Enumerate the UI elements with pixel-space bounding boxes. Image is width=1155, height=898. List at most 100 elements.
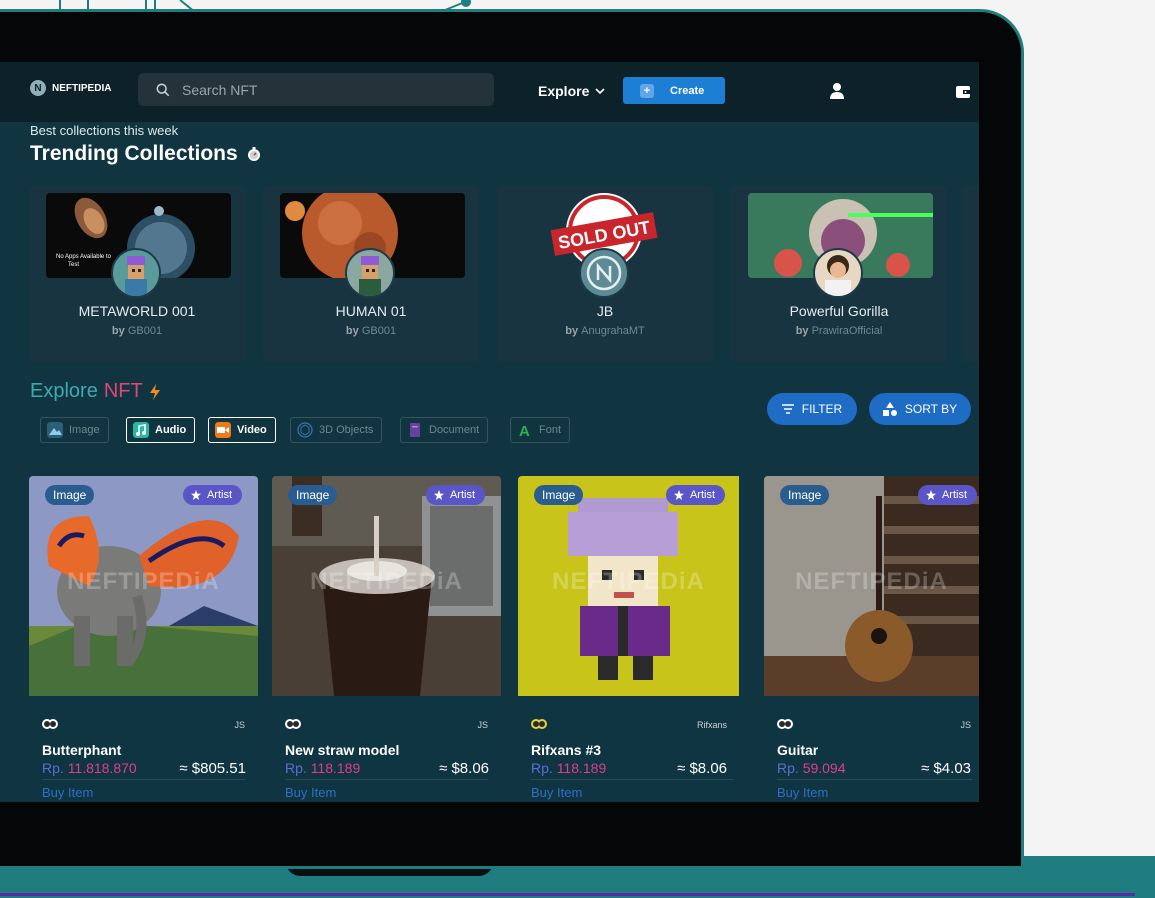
- sort-label: SORT BY: [904, 402, 958, 416]
- video-camera-icon: [215, 422, 231, 438]
- owner-name[interactable]: JS: [960, 720, 971, 730]
- stopwatch-icon: [247, 147, 260, 161]
- collection-by: by GB001: [29, 325, 245, 337]
- collection-creator[interactable]: GB001: [128, 325, 162, 337]
- owner-name[interactable]: Rifxans: [697, 720, 727, 730]
- collection-avatar: [813, 248, 863, 298]
- nft-price-usd: ≈ $8.06: [677, 760, 727, 777]
- explore-dropdown[interactable]: Explore: [538, 83, 605, 99]
- collection-creator[interactable]: AnugrahaMT: [581, 325, 645, 337]
- nft-image[interactable]: NEFTIPEDiA Image Artist: [29, 476, 258, 696]
- collection-avatar: [345, 248, 395, 298]
- owner-avatar[interactable]: [285, 717, 301, 731]
- collection-creator[interactable]: PrawiraOfficial: [812, 325, 883, 337]
- star-icon: [433, 490, 444, 500]
- trending-title: Trending Collections: [30, 142, 262, 166]
- divider: [42, 779, 245, 780]
- create-label: Create: [670, 84, 705, 97]
- buy-item-link[interactable]: Buy Item: [531, 785, 582, 800]
- collection-card-partial[interactable]: [964, 186, 979, 362]
- price-prefix: Rp.: [531, 760, 553, 776]
- nft-title: Rifxans #3: [531, 742, 602, 758]
- search-input[interactable]: Search NFT: [182, 82, 257, 98]
- nft-price: Rp. 11.818.870: [42, 760, 137, 776]
- owner-avatar[interactable]: [777, 717, 793, 731]
- filter-icon: [781, 404, 794, 414]
- price-prefix: Rp.: [42, 760, 64, 776]
- star-icon: [925, 490, 936, 500]
- nft-image[interactable]: NEFTIPEDiA Image Artist: [272, 476, 501, 696]
- category-label: Document: [429, 424, 480, 436]
- nft-card[interactable]: NEFTIPEDiA Image Artist JS Guitar Rp. 59…: [764, 476, 979, 802]
- explore-title: Explore NFT: [30, 380, 161, 403]
- role-label: Artist: [941, 489, 967, 501]
- sort-by-button[interactable]: SORT BY: [869, 393, 971, 425]
- category-label: Font: [539, 424, 562, 436]
- create-button[interactable]: + Create: [623, 77, 725, 104]
- divider: [531, 779, 734, 780]
- category-label: 3D Objects: [319, 424, 374, 436]
- category-chip-font[interactable]: A Font: [510, 417, 571, 443]
- nft-price-usd: ≈ $805.51: [179, 760, 246, 777]
- wallet-icon[interactable]: [955, 84, 971, 100]
- nft-card[interactable]: NEFTIPEDiA Image Artist JS New straw mod…: [272, 476, 501, 802]
- nft-title: New straw model: [285, 742, 400, 758]
- filter-label: FILTER: [801, 402, 843, 416]
- nft-image[interactable]: NEFTIPEDiA Image Artist: [764, 476, 979, 696]
- price-value: 118.189: [556, 760, 607, 776]
- collection-name: METAWORLD 001: [78, 303, 196, 319]
- by-label: by: [345, 325, 359, 337]
- nft-price: Rp. 118.189: [531, 760, 606, 776]
- role-badge: Artist: [917, 485, 977, 505]
- search-icon: [156, 83, 170, 96]
- music-note-icon: [133, 422, 149, 438]
- collection-card[interactable]: No Apps Available to Test METAWORLD 001 b…: [29, 186, 245, 362]
- nft-card[interactable]: NEFTIPEDiA Image Artist JS Butterphant R…: [29, 476, 258, 802]
- owner-name[interactable]: JS: [477, 720, 488, 730]
- user-icon[interactable]: [828, 82, 846, 100]
- owner-name[interactable]: JS: [234, 720, 245, 730]
- collection-name: JB: [596, 303, 614, 319]
- buy-item-link[interactable]: Buy Item: [777, 785, 828, 800]
- plus-icon: +: [640, 83, 654, 98]
- document-icon: [410, 423, 420, 437]
- filter-button[interactable]: FILTER: [767, 393, 857, 425]
- chevron-down-icon: [595, 88, 605, 95]
- type-badge: Image: [45, 485, 95, 505]
- buy-item-link[interactable]: Buy Item: [42, 785, 93, 800]
- explore-label: Explore: [538, 83, 590, 99]
- owner-avatar[interactable]: [42, 717, 58, 731]
- collection-avatar: [111, 248, 161, 298]
- category-chip-document[interactable]: Document: [400, 417, 489, 443]
- collection-creator[interactable]: GB001: [362, 325, 396, 337]
- font-icon: A: [519, 423, 530, 438]
- owner-avatar[interactable]: [531, 717, 547, 731]
- trending-subtitle: Best collections this week: [30, 123, 179, 138]
- logo[interactable]: N NEFTIPEDIA: [30, 80, 111, 96]
- nft-price: Rp. 59.094: [777, 760, 846, 776]
- role-label: Artist: [206, 489, 232, 501]
- search-bar[interactable]: Search NFT: [138, 73, 494, 106]
- nft-image[interactable]: NEFTIPEDiA Image Artist: [518, 476, 739, 696]
- image-icon: [47, 422, 63, 438]
- svg-text:A: A: [519, 423, 530, 438]
- lightning-icon: [149, 383, 160, 400]
- category-chip-audio[interactable]: Audio: [126, 417, 196, 443]
- nft-title: Butterphant: [42, 742, 122, 758]
- nft-price-usd: ≈ $8.06: [439, 760, 489, 777]
- logo-icon: N: [30, 80, 46, 96]
- nft-card[interactable]: NEFTIPEDiA Image Artist Rifxans Rifxans …: [518, 476, 747, 802]
- collection-card[interactable]: SOLD OUT JB by AnugrahaMT: [497, 186, 713, 362]
- category-chip-video[interactable]: Video: [208, 417, 276, 443]
- watermark: NEFTIPEDiA: [310, 568, 463, 595]
- collection-card[interactable]: Powerful Gorilla by PrawiraOfficial: [731, 186, 947, 362]
- explore-title-accent: NFT: [103, 380, 143, 402]
- category-chip-image[interactable]: Image: [40, 417, 109, 443]
- collection-card[interactable]: HUMAN 01 by GB001: [263, 186, 479, 362]
- buy-item-link[interactable]: Buy Item: [285, 785, 336, 800]
- nft-title: Guitar: [777, 742, 819, 758]
- by-label: by: [565, 325, 579, 337]
- collection-by: by AnugrahaMT: [497, 325, 713, 337]
- top-nav: N NEFTIPEDIA Search NFT Explore + Create: [0, 62, 979, 122]
- category-chip-3d-objects[interactable]: 3D Objects: [290, 417, 383, 443]
